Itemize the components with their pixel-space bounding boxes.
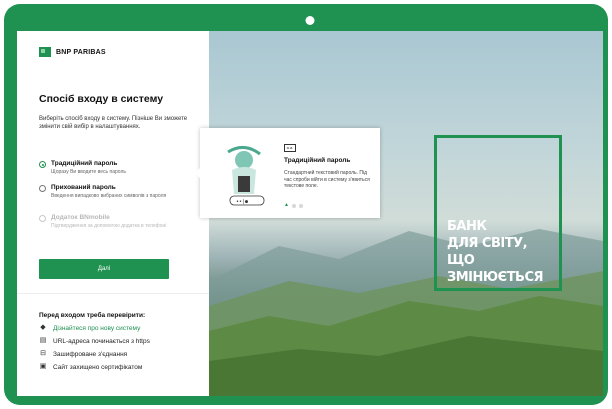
check-item-encrypted: ⊟ Зашифроване з'єднання	[39, 350, 127, 358]
next-button[interactable]: Далі	[39, 259, 169, 279]
lock-icon: ▲	[284, 202, 289, 208]
check-text: URL-адреса починається з https	[53, 337, 150, 345]
screen: BNP PARIBAS Спосіб входу в систему Вибер…	[17, 31, 603, 396]
slogan-text: БАНК ДЛЯ СВІТУ, ЩО ЗМІНЮЄТЬСЯ	[447, 219, 544, 285]
info-popup: ••|● a.a. Традиційний пароль Стандартний…	[195, 128, 380, 218]
popup-pager: ▲	[284, 203, 303, 208]
option-sub: Підтвердження за допомогою додатка в тел…	[51, 223, 167, 229]
option-label: Традиційний пароль	[51, 160, 118, 167]
browser-icon: ▤	[39, 337, 47, 344]
pager-dot[interactable]	[292, 203, 296, 208]
divider	[17, 293, 209, 294]
popup-title: Традиційний пароль	[284, 157, 351, 164]
check-text: Сайт захищено сертифікатом	[53, 363, 143, 371]
page-title: Спосіб входу в систему	[39, 93, 164, 105]
person-illustration: ••|●	[227, 146, 265, 206]
check-item-certificate: ▣ Сайт захищено сертифікатом	[39, 363, 143, 371]
option-label: Прихований пароль	[51, 184, 116, 191]
option-sub: Щоразу Ви вводите весь пароль	[51, 169, 126, 175]
login-panel: BNP PARIBAS Спосіб входу в систему Вибер…	[17, 31, 209, 396]
camera-dot	[305, 16, 315, 25]
radio-hidden[interactable]	[39, 185, 46, 192]
page-description: Виберіть спосіб входу в систему. Пізніше…	[39, 116, 188, 130]
option-sub: Введення випадково вибраних символів з п…	[51, 193, 167, 199]
radio-traditional[interactable]	[39, 161, 46, 168]
pager-dot[interactable]	[299, 203, 303, 208]
certificate-icon: ▣	[39, 363, 47, 370]
checks-title: Перед входом треба перевірити:	[39, 312, 146, 319]
option-label: Додаток BNmobile	[51, 214, 110, 221]
logo-text: BNP PARIBAS	[56, 48, 106, 56]
diamond-icon: ◆	[40, 324, 46, 331]
illus-field-text: ••|●	[236, 199, 248, 205]
slogan-frame: БАНК ДЛЯ СВІТУ, ЩО ЗМІНЮЄТЬСЯ	[434, 135, 562, 291]
password-type-icon: a.a.	[284, 144, 296, 152]
check-text[interactable]: Дізнайтеся про нову систему	[53, 325, 140, 332]
radio-bnmobile	[39, 215, 46, 222]
tablet-frame: BNP PARIBAS Спосіб входу в систему Вибер…	[4, 4, 608, 405]
lock-icon: ⊟	[40, 350, 46, 357]
check-text: Зашифроване з'єднання	[53, 350, 128, 358]
check-item-https: ▤ URL-адреса починається з https	[39, 337, 150, 345]
logo-mark-icon	[39, 47, 51, 57]
popup-description: Стандартний текстовий пароль. Під час сп…	[284, 170, 370, 189]
bank-logo[interactable]: BNP PARIBAS	[39, 47, 106, 57]
check-item-new-system[interactable]: ◆ Дізнайтеся про нову систему	[39, 324, 140, 332]
